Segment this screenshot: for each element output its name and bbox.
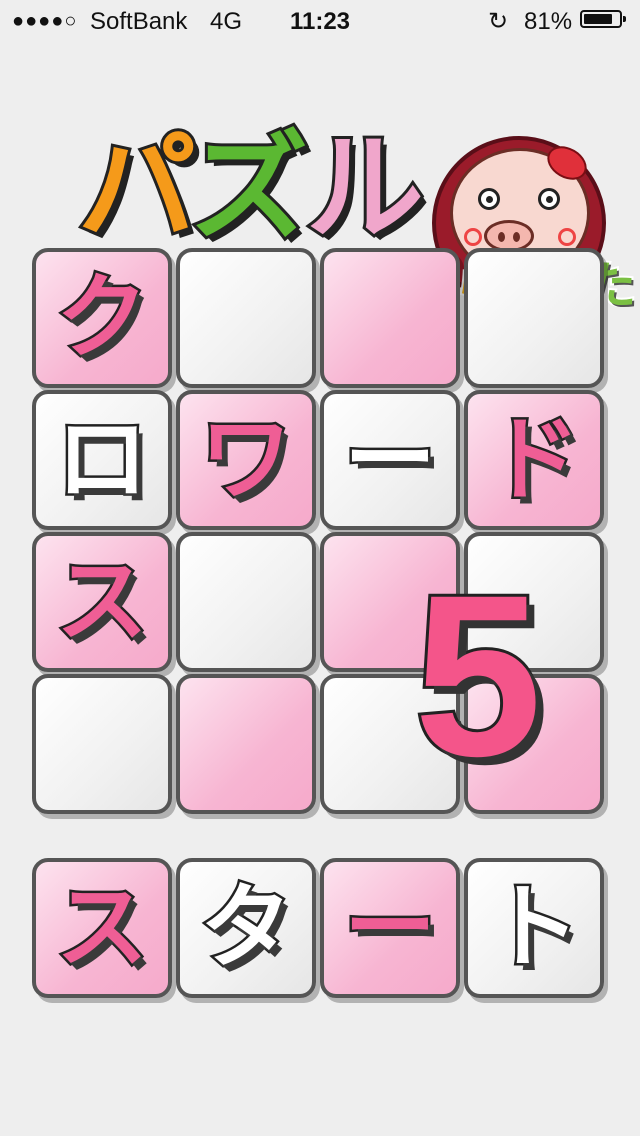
grid-tile: ク (32, 248, 172, 388)
tile-char: ロ (53, 406, 150, 513)
start-char: ト (485, 874, 582, 981)
title-char-2: ズ (187, 116, 311, 260)
tile-char: ク (53, 264, 150, 371)
svg-text:TERAKOBUTA: TERAKOBUTA (457, 118, 586, 122)
grid-tile: ド (464, 390, 604, 530)
battery-percent: 81% (524, 8, 573, 35)
pig-eye-left (478, 188, 500, 210)
grid-tile: ロ (32, 390, 172, 530)
title-char-1: パ (75, 116, 199, 260)
battery-icon (580, 10, 626, 28)
grid-tile (32, 674, 172, 814)
grid-tile: ス (32, 532, 172, 672)
tile-char: ー (341, 406, 438, 513)
start-char: ー (341, 874, 438, 981)
start-tile[interactable]: ー (320, 858, 460, 998)
grid-tile (176, 248, 316, 388)
rotation-lock-icon: ↻ (488, 8, 509, 35)
tile-char: ド (485, 406, 582, 513)
start-char: タ (197, 874, 294, 981)
start-tile[interactable]: タ (176, 858, 316, 998)
pig-cheek-right (558, 228, 576, 246)
pig-eye-right (538, 188, 560, 210)
tile-char: ス (53, 548, 150, 655)
game-title: パ ズ ル (75, 116, 428, 260)
grid-tile (176, 674, 316, 814)
start-char: ス (53, 874, 150, 981)
grid-tile: ー (320, 390, 460, 530)
battery-fill (584, 14, 612, 24)
status-bar: ●●●●○ SoftBank 4G 11:23 ↻ 81% (0, 0, 640, 40)
grid-tile (464, 248, 604, 388)
pig-cheek-left (464, 228, 482, 246)
start-tile[interactable]: ス (32, 858, 172, 998)
grid-tile (176, 532, 316, 672)
start-tile[interactable]: ト (464, 858, 604, 998)
grid-tile: ワ (176, 390, 316, 530)
title-char-3: ル (303, 116, 427, 260)
grid-tile (320, 248, 460, 388)
version-number: 5 (411, 547, 545, 804)
tile-char: ワ (197, 406, 294, 513)
